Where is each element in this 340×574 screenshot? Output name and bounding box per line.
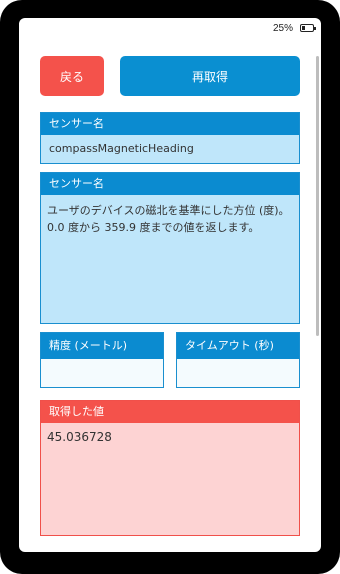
result-panel: 取得した値 45.036728: [40, 400, 300, 536]
sensor-description-panel: センサー名 ユーザのデバイスの磁北を基準にした方位 (度)。0.0 度から 35…: [40, 172, 300, 324]
sensor-name-header: センサー名: [41, 113, 299, 135]
battery-percentage: 25%: [272, 23, 293, 34]
accuracy-panel: 精度 (メートル): [40, 332, 164, 388]
battery-icon: [300, 24, 316, 32]
app-screen: 25% 戻る 再取得 センサー名 compassMagneticHeading …: [19, 18, 321, 552]
device-frame: 25% 戻る 再取得 センサー名 compassMagneticHeading …: [0, 0, 340, 574]
timeout-header: タイムアウト (秒): [177, 333, 299, 359]
sensor-description-text: ユーザのデバイスの磁北を基準にした方位 (度)。0.0 度から 359.9 度ま…: [41, 195, 299, 323]
timeout-panel: タイムアウト (秒): [176, 332, 300, 388]
refetch-button[interactable]: 再取得: [120, 56, 300, 96]
timeout-field[interactable]: [177, 359, 299, 387]
status-bar: 25%: [19, 18, 321, 40]
sensor-name-panel: センサー名 compassMagneticHeading: [40, 112, 300, 164]
accuracy-field[interactable]: [41, 359, 163, 387]
sensor-name-value: compassMagneticHeading: [41, 135, 299, 163]
accuracy-header: 精度 (メートル): [41, 333, 163, 359]
sensor-description-header: センサー名: [41, 173, 299, 195]
result-value: 45.036728: [41, 423, 299, 535]
result-header: 取得した値: [41, 401, 299, 423]
scrollbar[interactable]: [316, 56, 319, 336]
back-button[interactable]: 戻る: [40, 56, 104, 96]
